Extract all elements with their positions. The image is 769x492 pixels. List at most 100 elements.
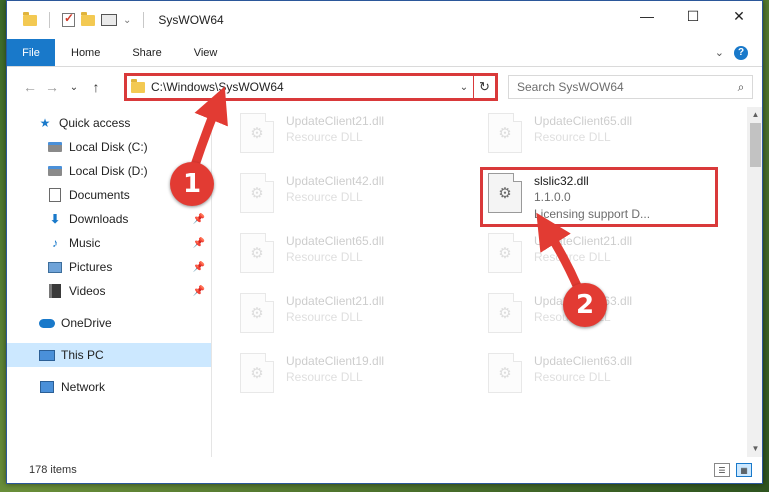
sidebar-item-downloads[interactable]: ⬇ Downloads 📌 <box>7 207 211 231</box>
tiles-view-icon[interactable]: ▦ <box>736 463 752 477</box>
file-name: UpdateClient42.dll <box>286 174 385 188</box>
star-icon: ★ <box>39 116 51 130</box>
sidebar-item-label: Documents <box>69 188 130 202</box>
pin-icon[interactable]: 📌 <box>193 286 205 297</box>
sidebar-item-label: Network <box>61 380 106 394</box>
up-button[interactable]: ↑ <box>85 79 107 95</box>
sidebar-item-music[interactable]: ♪ Music 📌 <box>7 231 211 255</box>
file-item[interactable]: ⚙ UpdateClient21.dll Resource DLL <box>240 289 470 345</box>
scroll-thumb[interactable] <box>750 123 761 167</box>
ribbon-tabs: File Home Share View ⌄ ? <box>7 39 762 67</box>
refresh-button[interactable]: ↻ <box>473 76 495 98</box>
sidebar-item-label: Local Disk (D:) <box>69 164 148 178</box>
file-name: UpdateClient65.dll <box>286 234 385 248</box>
file-name: UpdateClient21.dll <box>534 234 633 248</box>
file-type: Resource DLL <box>286 250 363 264</box>
sidebar-item-videos[interactable]: Videos 📌 <box>7 279 211 303</box>
tab-share[interactable]: Share <box>116 39 177 66</box>
onedrive-icon <box>39 316 55 330</box>
view-toggle: ☰ ▦ <box>714 463 752 477</box>
back-button[interactable]: ← <box>19 79 41 95</box>
close-button[interactable]: ✕ <box>716 1 762 31</box>
folder-icon[interactable] <box>23 11 37 26</box>
search-input[interactable]: Search SysWOW64 ⌕ <box>508 75 753 99</box>
toolbar-divider <box>143 12 145 28</box>
dll-file-icon: ⚙ <box>488 353 522 393</box>
search-placeholder: Search SysWOW64 <box>517 80 624 94</box>
file-type: Resource DLL <box>534 130 611 144</box>
status-bar: 178 items ☰ ▦ <box>7 457 762 483</box>
title-bar: ⌄ SysWOW64 — ☐ ✕ <box>7 1 762 39</box>
file-item[interactable]: ⚙ UpdateClient42.dll Resource DLL <box>240 169 470 225</box>
file-item[interactable]: ⚙ UpdateClient19.dll Resource DLL <box>240 349 470 405</box>
file-item[interactable]: ⚙ UpdateClient65.dll Resource DLL <box>488 109 718 165</box>
rename-icon[interactable] <box>101 14 117 26</box>
address-row: ← → ⌄ ↑ C:\Windows\SysWOW64 ⌄ ↻ Search S… <box>7 67 762 107</box>
downloads-icon: ⬇ <box>49 212 61 226</box>
pin-icon[interactable]: 📌 <box>193 214 205 225</box>
file-item[interactable]: ⚙ UpdateClient63.dll Resource DLL <box>488 349 718 405</box>
tab-view[interactable]: View <box>178 39 234 66</box>
file-item[interactable]: ⚙ UpdateClient65.dll Resource DLL <box>240 229 470 285</box>
tab-home[interactable]: Home <box>55 39 116 66</box>
tab-file[interactable]: File <box>7 39 55 66</box>
scroll-up-button[interactable]: ▲ <box>747 107 762 123</box>
new-folder-icon[interactable] <box>81 11 95 26</box>
dll-file-icon: ⚙ <box>488 233 522 273</box>
expand-ribbon-icon[interactable]: ⌄ <box>715 46 724 59</box>
drive-icon <box>47 164 63 178</box>
window-controls: — ☐ ✕ <box>624 1 762 31</box>
properties-check-icon[interactable] <box>62 11 75 27</box>
sidebar-item-label: Quick access <box>59 116 131 130</box>
customize-toolbar-icon[interactable]: ⌄ <box>123 15 131 26</box>
sidebar-item-onedrive[interactable]: OneDrive <box>7 311 211 335</box>
navigation-pane: ★ Quick access Local Disk (C:) Local Dis… <box>7 107 212 457</box>
file-type: Resource DLL <box>286 130 363 144</box>
this-pc-icon <box>39 348 55 362</box>
file-type: Resource DLL <box>534 370 611 384</box>
help-icon[interactable]: ? <box>734 45 748 60</box>
sidebar-item-label: Pictures <box>69 260 113 274</box>
file-item[interactable]: ⚙ UpdateClient21.dll Resource DLL <box>488 229 718 285</box>
minimize-button[interactable]: — <box>624 1 670 31</box>
maximize-button[interactable]: ☐ <box>670 1 716 31</box>
pictures-icon <box>47 260 63 274</box>
address-history-button[interactable]: ⌄ <box>455 82 473 93</box>
sidebar-item-local-disk-c[interactable]: Local Disk (C:) <box>7 135 211 159</box>
details-view-icon[interactable]: ☰ <box>714 463 730 477</box>
vertical-scrollbar[interactable]: ▲ ▼ <box>747 107 762 457</box>
file-item[interactable]: ⚙ UpdateClient21.dll Resource DLL <box>240 109 470 165</box>
dll-file-icon: ⚙ <box>240 233 274 273</box>
folder-icon <box>131 78 145 93</box>
step-marker-1: 1 <box>170 162 214 206</box>
dll-file-icon: ⚙ <box>488 293 522 333</box>
sidebar-item-label: Downloads <box>69 212 129 226</box>
sidebar-item-this-pc[interactable]: This PC <box>7 343 211 367</box>
network-icon <box>39 380 55 394</box>
videos-icon <box>47 284 63 298</box>
sidebar-item-pictures[interactable]: Pictures 📌 <box>7 255 211 279</box>
window-title: SysWOW64 <box>158 13 224 27</box>
pin-icon[interactable]: 📌 <box>193 262 205 273</box>
dll-file-icon: ⚙ <box>240 353 274 393</box>
file-type: Resource DLL <box>286 190 363 204</box>
scroll-down-button[interactable]: ▼ <box>747 441 762 457</box>
sidebar-item-label: OneDrive <box>61 316 112 330</box>
sidebar-item-label: This PC <box>61 348 104 362</box>
sidebar-item-label: Music <box>69 236 101 250</box>
sidebar-item-network[interactable]: Network <box>7 375 211 399</box>
recent-locations-button[interactable]: ⌄ <box>63 82 85 93</box>
file-list: ⚙ UpdateClient21.dll Resource DLL ⚙ Updat… <box>212 107 762 457</box>
item-count: 178 items <box>29 464 77 476</box>
step-marker-2: 2 <box>563 283 607 327</box>
forward-button[interactable]: → <box>41 79 63 95</box>
address-bar[interactable]: C:\Windows\SysWOW64 ⌄ ↻ <box>124 73 498 101</box>
address-path[interactable]: C:\Windows\SysWOW64 <box>151 80 455 94</box>
file-type: Resource DLL <box>286 370 363 384</box>
search-icon[interactable]: ⌕ <box>730 80 752 95</box>
pin-icon[interactable]: 📌 <box>193 238 205 249</box>
file-highlight-box <box>480 167 718 227</box>
quick-access-toolbar: ⌄ SysWOW64 <box>7 11 224 28</box>
file-name: UpdateClient63.dll <box>534 354 633 368</box>
sidebar-item-quick-access[interactable]: ★ Quick access <box>7 111 211 135</box>
